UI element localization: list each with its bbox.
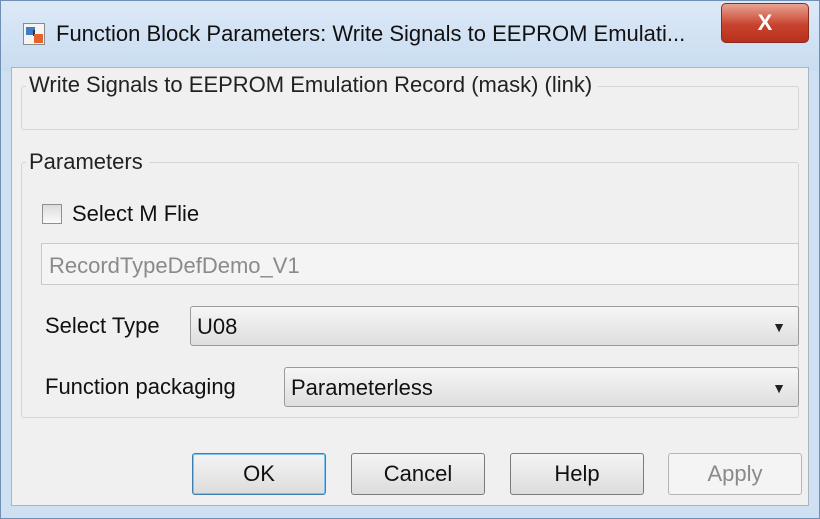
simulink-block-icon [23, 23, 45, 45]
cancel-button[interactable]: Cancel [351, 453, 485, 495]
select-m-file-label[interactable]: Select M Flie [72, 201, 199, 227]
description-group-title: Write Signals to EEPROM Emulation Record… [26, 72, 599, 98]
window-title: Function Block Parameters: Write Signals… [56, 21, 686, 46]
function-packaging-dropdown[interactable]: Parameterless ▼ [284, 367, 799, 407]
record-file-field[interactable]: RecordTypeDefDemo_V1 [41, 243, 799, 285]
help-button[interactable]: Help [510, 453, 644, 495]
select-type-value: U08 [197, 314, 238, 339]
title-bar[interactable]: Function Block Parameters: Write Signals… [1, 1, 819, 71]
ok-button[interactable]: OK [192, 453, 326, 495]
select-type-label: Select Type [45, 313, 160, 338]
dropdown-arrow-icon: ▼ [772, 380, 786, 396]
function-packaging-label: Function packaging [45, 374, 236, 399]
select-m-file-checkbox[interactable] [42, 204, 62, 224]
select-type-dropdown[interactable]: U08 ▼ [190, 306, 799, 346]
apply-button[interactable]: Apply [668, 453, 802, 495]
function-packaging-value: Parameterless [291, 375, 433, 400]
dropdown-arrow-icon: ▼ [772, 319, 786, 335]
close-button[interactable]: X [721, 3, 809, 43]
dialog-client-area: Write Signals to EEPROM Emulation Record… [11, 67, 809, 506]
parameters-group-title: Parameters [26, 149, 149, 175]
dialog-window: Function Block Parameters: Write Signals… [0, 0, 820, 519]
